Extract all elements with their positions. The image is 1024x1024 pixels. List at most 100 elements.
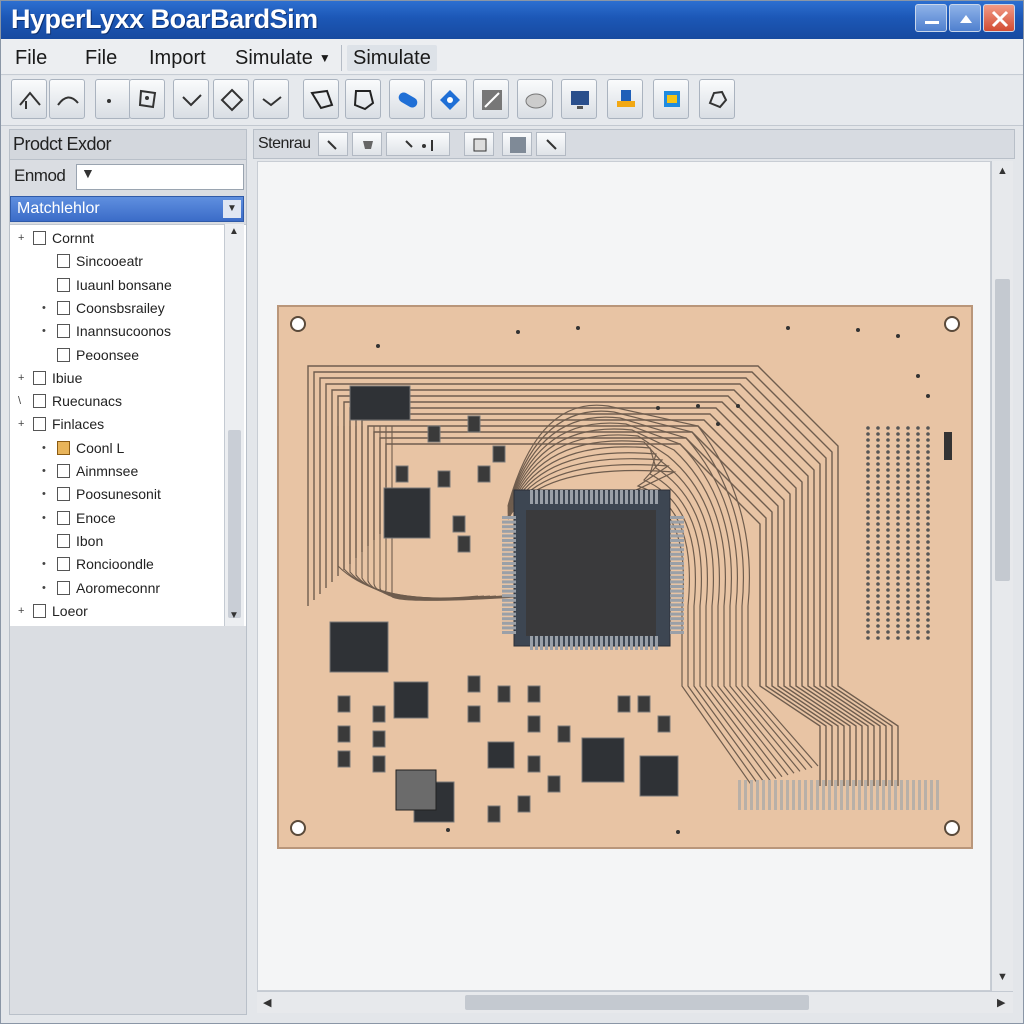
layers-tool-button[interactable]: [653, 79, 689, 119]
tree-item[interactable]: \ Ruecunacs: [18, 390, 122, 412]
menu-file[interactable]: File: [9, 45, 53, 71]
menu-simulate-dropdown[interactable]: Simulate ▼: [229, 45, 337, 71]
tree-item-label: Peoonsee: [76, 346, 140, 363]
minimize-button[interactable]: [915, 4, 947, 32]
check-tool-button[interactable]: [253, 79, 289, 119]
tree-item[interactable]: • Ainmnsee: [42, 460, 138, 482]
tree-expander-icon[interactable]: •: [42, 558, 54, 570]
chevron-down-icon[interactable]: ▼: [223, 200, 241, 218]
tree-expander-icon[interactable]: \: [18, 395, 30, 407]
connector-pin: [916, 594, 920, 598]
menu-import[interactable]: Import: [143, 45, 212, 71]
arrow-tool-button[interactable]: [173, 79, 209, 119]
dot-tool-button[interactable]: [95, 79, 131, 119]
polygon-tool-button[interactable]: [303, 79, 339, 119]
passive-component: [372, 755, 386, 773]
edge-pad: [840, 780, 843, 810]
home-tool-button[interactable]: [11, 79, 47, 119]
component-tool-button[interactable]: [129, 79, 165, 119]
connector-pin: [876, 540, 880, 544]
chip-pin: [585, 490, 588, 504]
curve-tool-button[interactable]: [49, 79, 85, 119]
tree-expander-icon[interactable]: +: [18, 605, 30, 617]
tree-item[interactable]: • Coonsbsrailey: [42, 297, 165, 319]
horizontal-scroll-thumb[interactable]: [465, 995, 809, 1010]
tree-scrollbar[interactable]: ▲ ▼: [224, 224, 244, 626]
scroll-right-icon[interactable]: ▶: [997, 996, 1005, 1009]
probe-button[interactable]: [386, 132, 450, 156]
connector-pin: [906, 540, 910, 544]
scroll-down-icon[interactable]: ▼: [229, 610, 239, 621]
ic-chip: [329, 621, 389, 673]
tree-item[interactable]: + Finlaces: [18, 413, 104, 435]
tree-expander-icon[interactable]: •: [42, 512, 54, 524]
diamond-tool-button[interactable]: [213, 79, 249, 119]
canvas-horizontal-scrollbar[interactable]: ◀ ▶: [257, 991, 1013, 1013]
scroll-up-icon[interactable]: ▲: [229, 226, 239, 237]
connector-pin: [926, 576, 930, 580]
scroll-left-icon[interactable]: ◀: [263, 996, 271, 1009]
tree-item-label: Sincooeatr: [76, 253, 143, 270]
tree-item[interactable]: + Loeor: [18, 600, 88, 622]
tree-scroll-thumb[interactable]: [228, 430, 241, 618]
close-button[interactable]: [983, 4, 1015, 32]
chip-pin: [670, 539, 684, 542]
measure-tool-button[interactable]: [473, 79, 509, 119]
pointer-button[interactable]: [318, 132, 348, 156]
board-tool-button[interactable]: [607, 79, 643, 119]
connector-pin: [916, 624, 920, 628]
connector-pin: [886, 618, 890, 622]
connector-pin: [906, 510, 910, 514]
chip-pin: [625, 636, 628, 650]
board-canvas[interactable]: [257, 161, 991, 991]
tree-item[interactable]: • Inannsucoonos: [42, 320, 171, 342]
shape-tool-button[interactable]: [345, 79, 381, 119]
scroll-up-icon[interactable]: ▲: [997, 165, 1008, 177]
tree-expander-icon[interactable]: +: [18, 418, 30, 430]
tree-expander-icon[interactable]: •: [42, 465, 54, 477]
chip-pin: [502, 603, 516, 607]
tree-item[interactable]: • Poosunesonit: [42, 483, 161, 505]
menu-simulate[interactable]: Simulate: [347, 45, 437, 71]
maximize-button[interactable]: [949, 4, 981, 32]
tree-item[interactable]: Ibon: [42, 530, 103, 552]
connector-pin: [916, 564, 920, 568]
scroll-down-icon[interactable]: ▼: [997, 971, 1008, 983]
monitor-tool-button[interactable]: [561, 79, 597, 119]
tree-item[interactable]: + Ibiue: [18, 367, 82, 389]
fill-button[interactable]: [502, 132, 532, 156]
tree-item[interactable]: Sincooeatr: [42, 250, 143, 272]
tree-item[interactable]: Peoonsee: [42, 344, 139, 366]
settings-tool-button[interactable]: [699, 79, 735, 119]
connector-pin: [866, 468, 870, 472]
connector-pin: [866, 576, 870, 580]
cloud-tool-button[interactable]: [517, 79, 553, 119]
tree-item[interactable]: • Aoromeconnr: [42, 577, 160, 599]
vertical-scroll-thumb[interactable]: [995, 279, 1010, 581]
tree-expander-icon[interactable]: +: [18, 372, 30, 384]
canvas-vertical-scrollbar[interactable]: ▲ ▼: [991, 161, 1013, 991]
filter-dropdown[interactable]: ▼: [76, 164, 244, 190]
passive-component: [337, 750, 351, 768]
connector-pin: [906, 594, 910, 598]
tree-item[interactable]: • Roncioondle: [42, 553, 154, 575]
tree-item[interactable]: + Cornnt: [18, 227, 94, 249]
tree-expander-icon[interactable]: •: [42, 488, 54, 500]
selected-category[interactable]: Matchlehlor ▼: [10, 196, 244, 222]
tree-item[interactable]: • Coonl L: [42, 437, 124, 459]
tree-item[interactable]: • Enoce: [42, 507, 116, 529]
tree-expander-icon[interactable]: •: [42, 302, 54, 314]
tree-expander-icon[interactable]: +: [18, 232, 30, 244]
pan-button[interactable]: [352, 132, 382, 156]
tree-item[interactable]: Iuaunl bonsane: [42, 274, 172, 296]
tree-expander-icon[interactable]: •: [42, 442, 54, 454]
grid-button[interactable]: [464, 132, 494, 156]
pen-button[interactable]: [536, 132, 566, 156]
tree-expander-icon[interactable]: •: [42, 582, 54, 594]
via-tool-button[interactable]: [431, 79, 467, 119]
route-tool-button[interactable]: [389, 79, 425, 119]
tree-expander-icon[interactable]: •: [42, 325, 54, 337]
pcb-board-view[interactable]: [258, 162, 992, 992]
connector-pin: [916, 588, 920, 592]
menu-file-2[interactable]: File: [79, 45, 123, 71]
